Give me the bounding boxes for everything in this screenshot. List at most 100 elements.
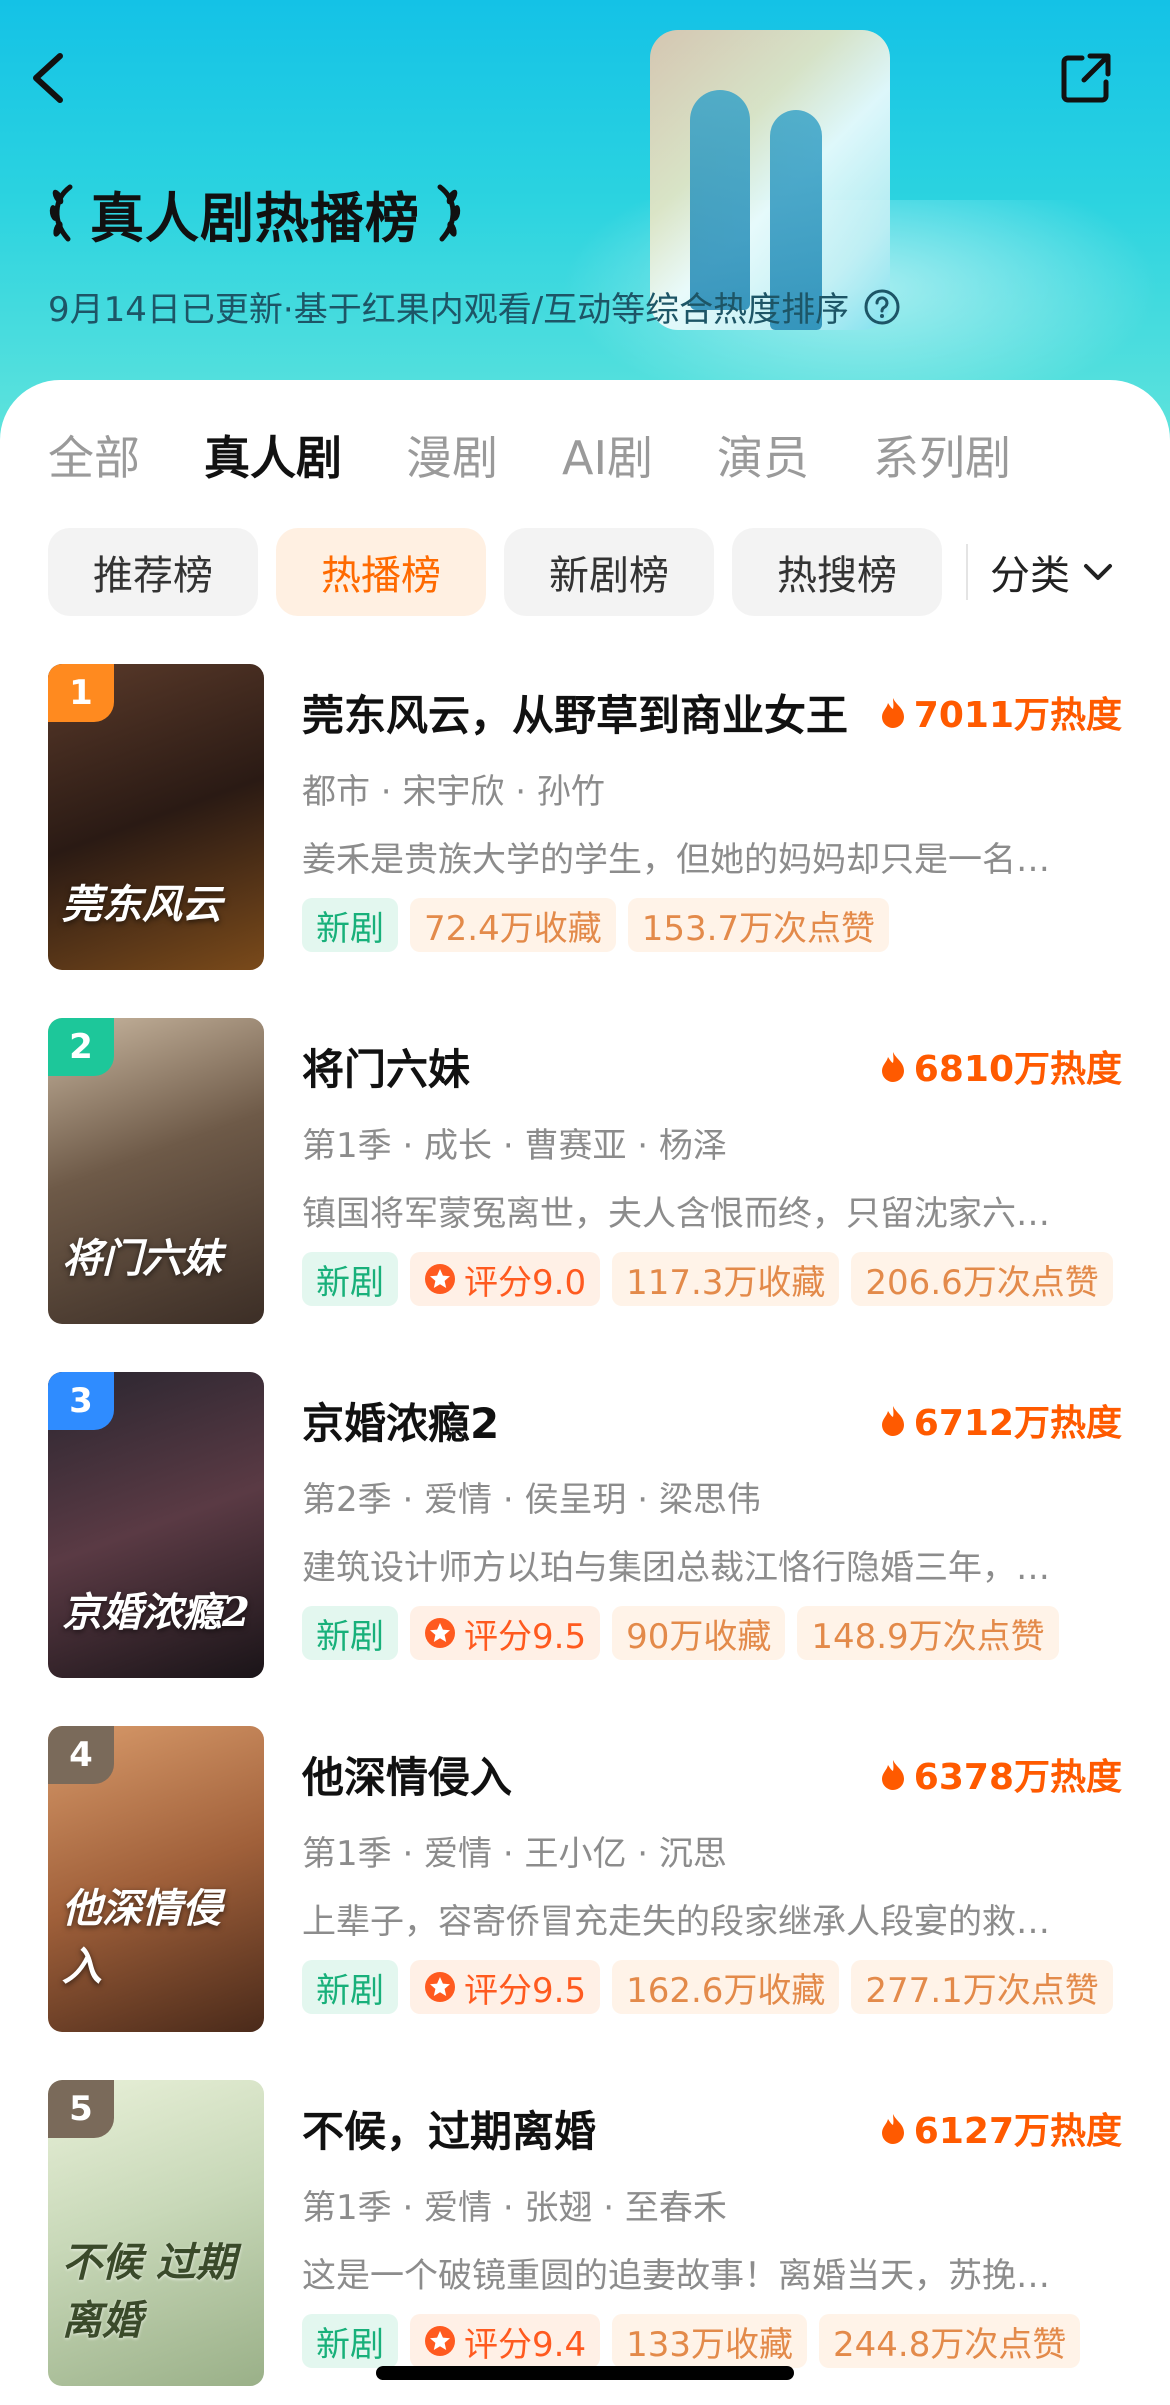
drama-meta: 第1季 · 成长 · 曹赛亚 · 杨泽 (302, 1126, 727, 1166)
score-text: 评分9.5 (464, 1970, 587, 2011)
collect-tag: 90万收藏 (612, 1606, 786, 1660)
list-item[interactable]: 莞东风云 1 莞东风云，从野草到商业女王 7011万热度 都市 · 宋宇欣 · … (0, 664, 1170, 1018)
drama-description: 这是一个破镜重圆的追妻故事！离婚当天，苏挽… (302, 2256, 1050, 2296)
tag-row: 新剧 评分9.4 133万收藏 244.8万次点赞 (302, 2314, 1092, 2368)
drama-description: 建筑设计师方以珀与集团总裁江恪行隐婚三年，… (302, 1548, 1050, 1588)
heat-text: 6712万热度 (913, 1403, 1122, 1444)
score-tag: 评分9.5 (410, 1606, 601, 1660)
new-tag: 新剧 (302, 1252, 398, 1306)
new-tag: 新剧 (302, 898, 398, 952)
drama-title[interactable]: 京婚浓瘾2 (302, 1390, 499, 1451)
hero-figure-man (690, 90, 750, 310)
tag-row: 新剧 评分9.0 117.3万收藏 206.6万次点赞 (302, 1252, 1125, 1306)
flame-icon (881, 1760, 904, 1790)
title-row: 真人剧热播榜 (44, 178, 466, 250)
ranking-chips: 推荐榜 热播榜 新剧榜 热搜榜 分类 (48, 528, 1116, 616)
help-icon[interactable] (863, 288, 901, 326)
poster-image[interactable]: 莞东风云 1 (48, 664, 264, 970)
star-badge-icon (425, 1618, 455, 1648)
rank-badge: 4 (48, 1726, 114, 1784)
likes-tag: 148.9万次点赞 (797, 1606, 1059, 1660)
collect-tag: 72.4万收藏 (410, 898, 616, 952)
tab-comic[interactable]: 漫剧 (406, 422, 498, 488)
chip-recommended[interactable]: 推荐榜 (48, 528, 258, 616)
heat-text: 6127万热度 (913, 2111, 1122, 2152)
collect-tag: 117.3万收藏 (612, 1252, 840, 1306)
tab-actors[interactable]: 演员 (717, 422, 809, 488)
share-icon (1061, 53, 1111, 103)
drama-meta: 都市 · 宋宇欣 · 孙竹 (302, 772, 605, 812)
subtitle-row: 9月14日已更新·基于红果内观看/互动等综合热度排序 (48, 282, 901, 331)
collect-tag: 133万收藏 (612, 2314, 807, 2368)
poster-image[interactable]: 他深情侵入 4 (48, 1726, 264, 2032)
laurel-right-icon (437, 184, 461, 242)
list-item[interactable]: 将门六妹 2 将门六妹 6810万热度 第1季 · 成长 · 曹赛亚 · 杨泽 … (0, 1018, 1170, 1372)
flame-icon (881, 2114, 904, 2144)
poster-title: 他深情侵入 (62, 1885, 222, 1990)
tab-live-action[interactable]: 真人剧 (204, 422, 342, 488)
home-indicator (376, 2366, 794, 2380)
likes-tag: 206.6万次点赞 (851, 1252, 1113, 1306)
rank-badge: 1 (48, 664, 114, 722)
poster-title: 将门六妹 (62, 1235, 222, 1282)
flame-icon (881, 1052, 904, 1082)
likes-tag: 244.8万次点赞 (818, 2314, 1081, 2368)
flame-icon (881, 1406, 904, 1436)
tab-all[interactable]: 全部 (48, 422, 140, 488)
rank-badge: 2 (48, 1018, 114, 1076)
list-item[interactable]: 他深情侵入 4 他深情侵入 6378万热度 第1季 · 爱情 · 王小亿 · 沉… (0, 1726, 1170, 2080)
tag-row: 新剧 评分9.5 162.6万收藏 277.1万次点赞 (302, 1960, 1125, 2014)
share-button[interactable] (1056, 48, 1116, 108)
heat-value: 6712万热度 (880, 1394, 1122, 1446)
drama-title[interactable]: 将门六妹 (302, 1036, 470, 1097)
chevron-left-icon (33, 53, 63, 103)
chip-new[interactable]: 新剧榜 (504, 528, 714, 616)
score-text: 评分9.4 (464, 2324, 587, 2365)
new-tag: 新剧 (302, 2314, 398, 2368)
list-item[interactable]: 京婚浓瘾2 3 京婚浓瘾2 6712万热度 第2季 · 爱情 · 侯呈玥 · 梁… (0, 1372, 1170, 1726)
tag-row: 新剧 72.4万收藏 153.7万次点赞 (302, 898, 901, 952)
score-text: 评分9.5 (464, 1616, 587, 1657)
category-dropdown[interactable]: 分类 (990, 543, 1116, 601)
star-badge-icon (425, 1264, 455, 1294)
star-badge-icon (425, 2326, 455, 2356)
poster-image[interactable]: 京婚浓瘾2 3 (48, 1372, 264, 1678)
header-banner: 真人剧热播榜 9月14日已更新·基于红果内观看/互动等综合热度排序 (0, 0, 1170, 440)
tab-series[interactable]: 系列剧 (873, 422, 1011, 488)
drama-title[interactable]: 不候，过期离婚 (302, 2098, 596, 2159)
drama-title[interactable]: 他深情侵入 (302, 1744, 512, 1805)
poster-title: 莞东风云 (62, 881, 222, 928)
rank-badge: 5 (48, 2080, 114, 2138)
poster-title: 不候 过期离婚 (62, 2239, 236, 2344)
star-badge-icon (425, 1972, 455, 2002)
likes-tag: 277.1万次点赞 (851, 1960, 1113, 2014)
tag-row: 新剧 评分9.5 90万收藏 148.9万次点赞 (302, 1606, 1071, 1660)
score-text: 评分9.0 (464, 1262, 587, 1303)
chevron-down-icon (1084, 564, 1112, 580)
drama-title[interactable]: 莞东风云，从野草到商业女王 (302, 682, 848, 743)
drama-meta: 第1季 · 爱情 · 王小亿 · 沉思 (302, 1834, 727, 1874)
drama-description: 上辈子，容寄侨冒充走失的段家继承人段宴的救… (302, 1902, 1050, 1942)
score-tag: 评分9.0 (410, 1252, 601, 1306)
tab-ai[interactable]: AI剧 (562, 422, 653, 488)
heat-value: 6378万热度 (880, 1748, 1122, 1800)
poster-image[interactable]: 不候 过期离婚 5 (48, 2080, 264, 2386)
drama-meta: 第1季 · 爱情 · 张翅 · 至春禾 (302, 2188, 727, 2228)
heat-value: 6127万热度 (880, 2102, 1122, 2154)
category-tabs: 全部 真人剧 漫剧 AI剧 演员 系列剧 (48, 422, 1075, 488)
laurel-left-icon (49, 184, 73, 242)
content-panel: 全部 真人剧 漫剧 AI剧 演员 系列剧 推荐榜 热播榜 新剧榜 热搜榜 分类 … (0, 380, 1170, 2405)
chip-trending[interactable]: 热搜榜 (732, 528, 942, 616)
heat-text: 6378万热度 (913, 1757, 1122, 1798)
poster-title: 京婚浓瘾2 (62, 1589, 250, 1636)
heat-value: 6810万热度 (880, 1040, 1122, 1092)
flame-icon (881, 698, 904, 728)
list-item[interactable]: 不候 过期离婚 5 不候，过期离婚 6127万热度 第1季 · 爱情 · 张翅 … (0, 2080, 1170, 2405)
chip-hot[interactable]: 热播榜 (276, 528, 486, 616)
back-button[interactable] (26, 48, 74, 108)
score-tag: 评分9.5 (410, 1960, 601, 2014)
update-subtitle: 9月14日已更新·基于红果内观看/互动等综合热度排序 (48, 290, 850, 330)
category-label: 分类 (990, 553, 1070, 599)
page-title: 真人剧热播榜 (90, 186, 420, 250)
poster-image[interactable]: 将门六妹 2 (48, 1018, 264, 1324)
